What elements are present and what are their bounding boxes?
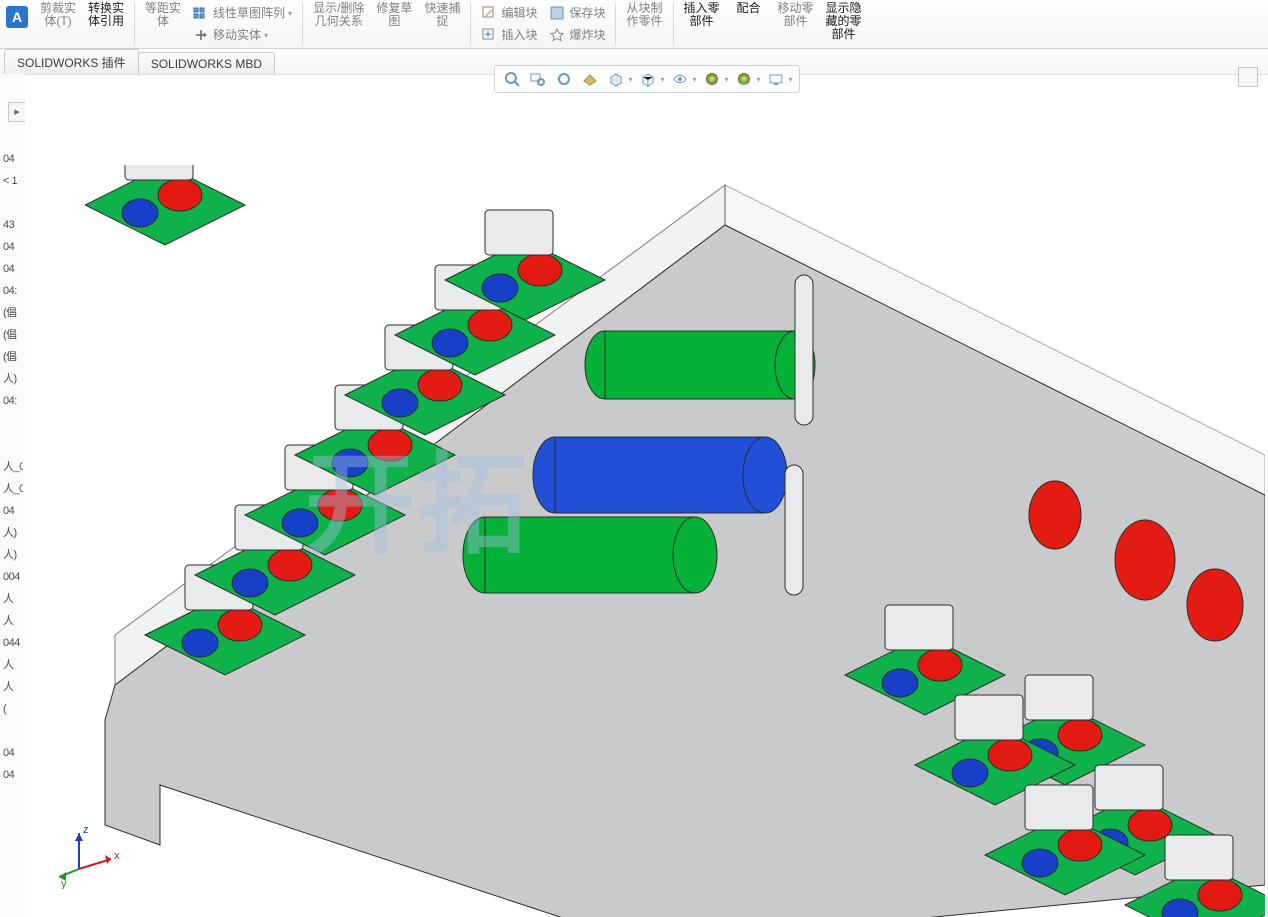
- linear-pattern-button[interactable]: 线性草图阵列▾: [187, 2, 298, 24]
- linear-pattern-icon: [193, 5, 209, 21]
- model-svg: [85, 165, 1265, 917]
- feature-tree-row[interactable]: 43: [3, 214, 23, 236]
- quick-snap-button[interactable]: 快速捕 捉: [418, 0, 466, 48]
- feature-tree-row[interactable]: 04: [3, 742, 23, 764]
- offset-entities-button[interactable]: 等距实 体: [139, 0, 187, 48]
- feature-tree-row[interactable]: 人: [3, 610, 23, 632]
- feature-tree-row[interactable]: 人_0: [3, 478, 23, 500]
- convert-entities-button[interactable]: 转换实 体引用: [82, 0, 130, 48]
- move-entities-button[interactable]: 移动实体▾: [187, 24, 298, 46]
- mate-button[interactable]: 配合: [726, 0, 772, 48]
- insert-block-button[interactable]: 插入块: [475, 24, 543, 46]
- feature-tree-expand-toggle[interactable]: ▸: [8, 102, 26, 122]
- sketch-group: 线性草图阵列▾ 移动实体▾: [187, 0, 298, 48]
- save-block-icon: [549, 5, 565, 21]
- feature-tree-row[interactable]: (倡: [3, 324, 23, 346]
- feature-tree-row[interactable]: 人: [3, 676, 23, 698]
- feature-tree-row[interactable]: 044: [3, 632, 23, 654]
- feature-tree-row[interactable]: 04:: [3, 280, 23, 302]
- feature-tree-row[interactable]: 人): [3, 368, 23, 390]
- feature-tree-row[interactable]: 004: [3, 566, 23, 588]
- feature-tree-row[interactable]: 人: [3, 588, 23, 610]
- axis-z-label: z: [83, 824, 89, 836]
- tab-solidworks-plugins[interactable]: SOLIDWORKS 插件: [4, 49, 139, 75]
- ribbon: A 剪裁实 体(T) 转换实 体引用 等距实 体 线性草图阵列▾ 移动实体▾ 显…: [0, 0, 1268, 49]
- explode-block-icon: [549, 27, 565, 43]
- app-icon[interactable]: A: [6, 6, 28, 28]
- make-part-from-block-button[interactable]: 从块制 作零件: [620, 0, 668, 48]
- feature-tree-collapsed[interactable]: ▸ 04< 143040404:(倡(倡(倡人)04:人_0人_004人)人)0…: [0, 74, 26, 917]
- feature-tree-row[interactable]: 人: [3, 654, 23, 676]
- feature-tree-row[interactable]: 04: [3, 500, 23, 522]
- explode-block-button[interactable]: 爆炸块: [543, 24, 611, 46]
- graphics-viewport[interactable]: ▾ ▾ ▾ ▾ ▾ ▾: [25, 74, 1268, 917]
- feature-tree-row[interactable]: 04: [3, 148, 23, 170]
- clip-body-button[interactable]: 剪裁实 体(T): [34, 0, 82, 48]
- insert-components-button[interactable]: 插入零 部件: [678, 0, 726, 48]
- feature-tree-row[interactable]: 人): [3, 544, 23, 566]
- feature-tree-row[interactable]: 人): [3, 522, 23, 544]
- feature-tree-row[interactable]: [3, 720, 23, 742]
- feature-tree-row[interactable]: 04:: [3, 390, 23, 412]
- feature-tree-row[interactable]: (倡: [3, 346, 23, 368]
- feature-tree-items: 04< 143040404:(倡(倡(倡人)04:人_0人_004人)人)004…: [3, 148, 23, 786]
- save-block-button[interactable]: 保存块: [543, 2, 611, 24]
- feature-tree-row[interactable]: [3, 434, 23, 456]
- block-group: 编辑块 插入块: [475, 0, 543, 48]
- show-hide-relations-button[interactable]: 显示/删除 几何关系: [307, 0, 370, 48]
- axis-y-label: y: [61, 878, 67, 889]
- repair-sketch-button[interactable]: 修复草 图: [370, 0, 418, 48]
- move-components-button[interactable]: 移动零 部件: [772, 0, 820, 48]
- feature-tree-row[interactable]: (: [3, 698, 23, 720]
- insert-block-icon: [481, 27, 497, 43]
- model-scene: 开拓: [25, 75, 1268, 917]
- axis-triad: x y z: [59, 819, 129, 889]
- feature-tree-row[interactable]: [3, 412, 23, 434]
- block-group-2: 保存块 爆炸块: [543, 0, 611, 48]
- edit-block-button[interactable]: 编辑块: [475, 2, 543, 24]
- feature-tree-row[interactable]: 04: [3, 236, 23, 258]
- feature-tree-row[interactable]: 人_0: [3, 456, 23, 478]
- edit-block-icon: [481, 5, 497, 21]
- feature-tree-row[interactable]: 04: [3, 258, 23, 280]
- feature-tree-row[interactable]: (倡: [3, 302, 23, 324]
- show-hidden-components-button[interactable]: 显示隐 藏的零 部件: [820, 0, 868, 48]
- axis-x-label: x: [114, 850, 120, 862]
- feature-tree-row[interactable]: < 1: [3, 170, 23, 192]
- move-entities-icon: [193, 27, 209, 43]
- feature-tree-row[interactable]: [3, 192, 23, 214]
- feature-tree-row[interactable]: 04: [3, 764, 23, 786]
- tab-solidworks-mbd[interactable]: SOLIDWORKS MBD: [138, 52, 275, 75]
